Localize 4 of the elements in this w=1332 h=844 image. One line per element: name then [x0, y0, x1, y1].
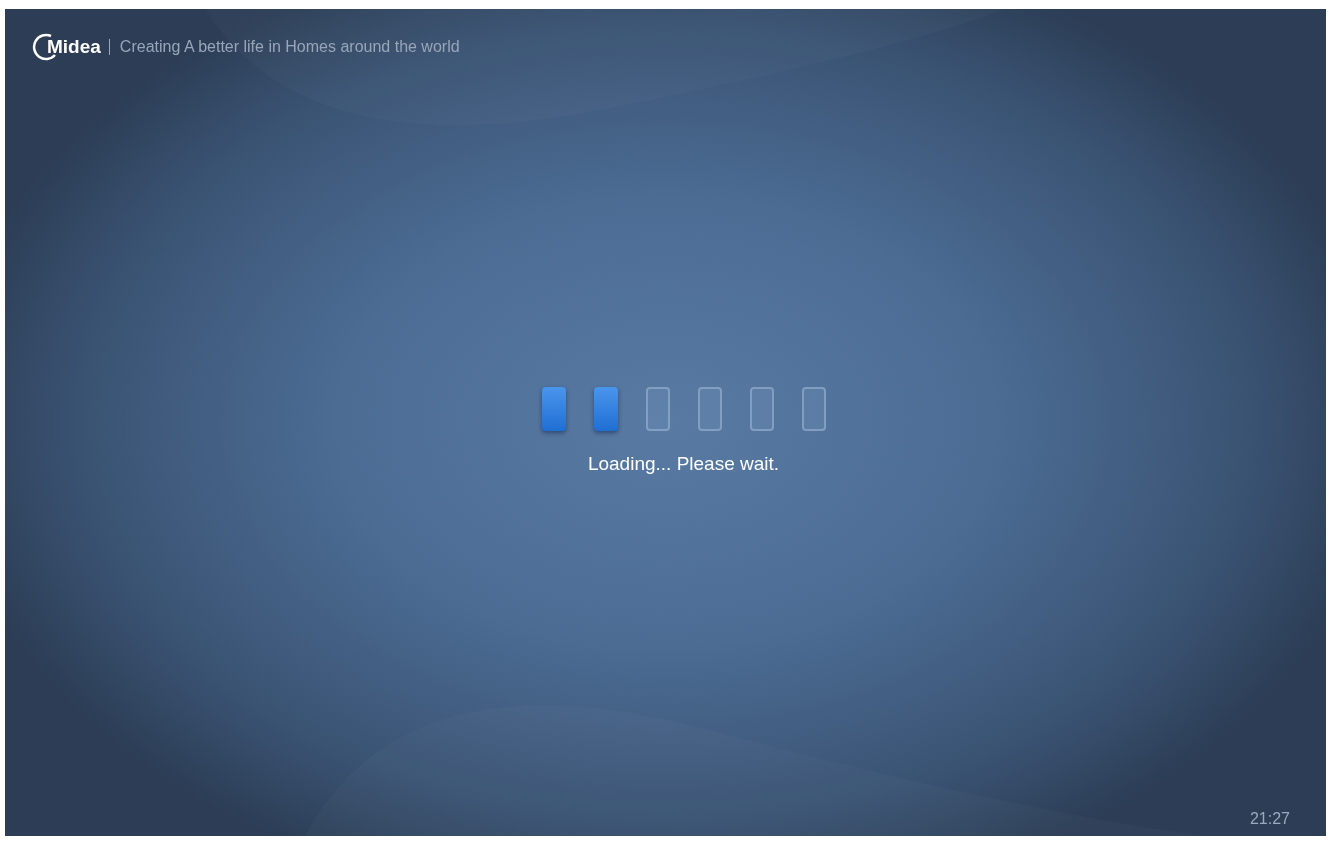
clock: 21:27 — [1249, 810, 1290, 828]
brand-logo: Midea — [46, 36, 101, 58]
loading-message: Loading... Please wait. — [587, 452, 780, 475]
tagline: Creating A better life in Homes around the world — [119, 38, 460, 56]
